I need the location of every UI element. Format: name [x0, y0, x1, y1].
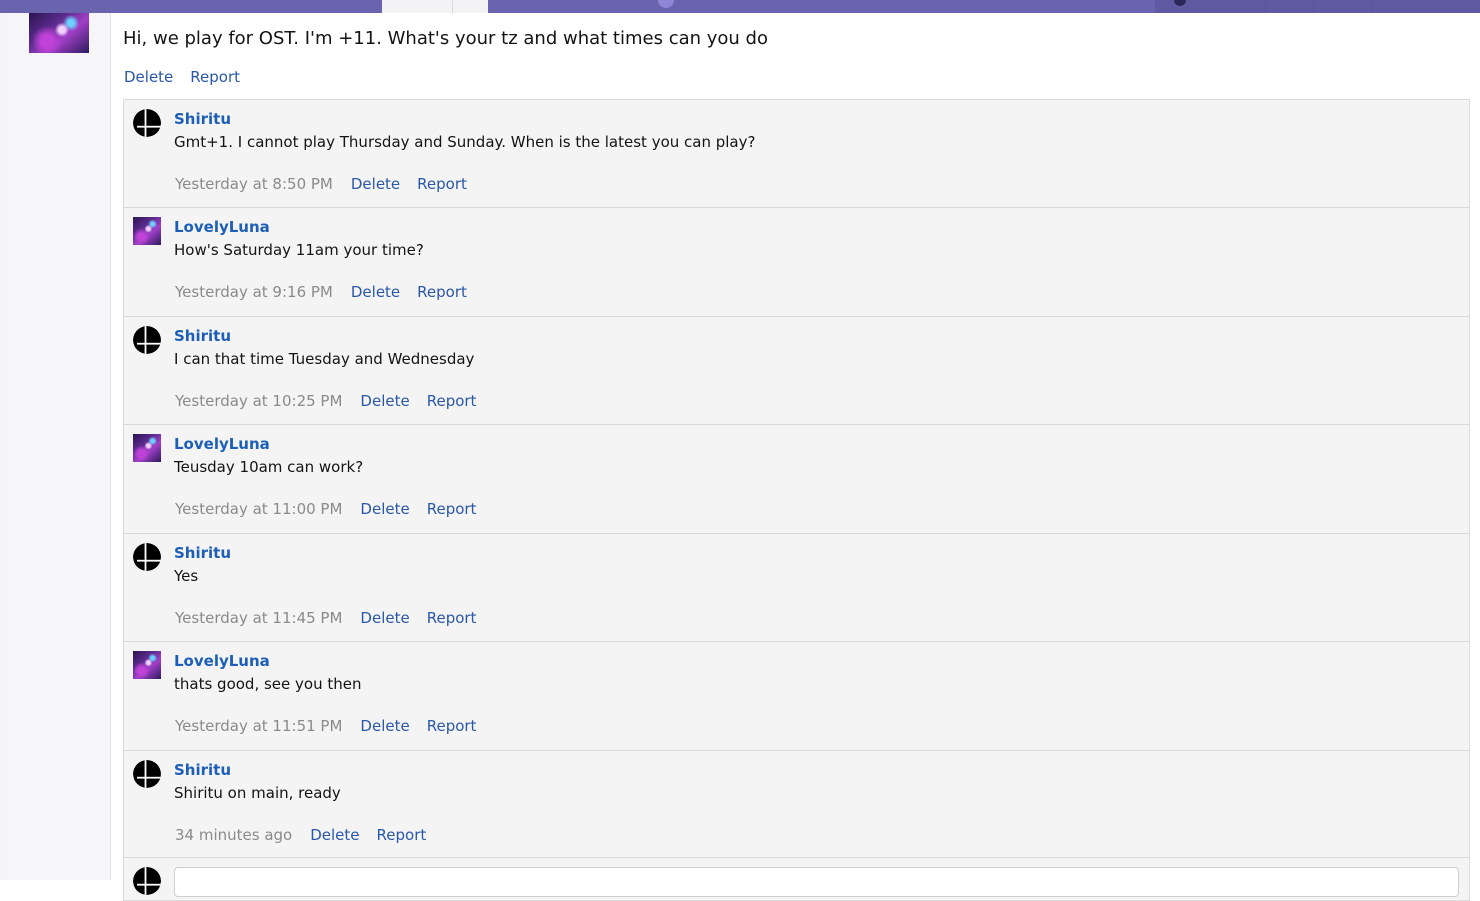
comment-text: thats good, see you then	[174, 675, 362, 693]
comment: Shiritu Gmt+1. I cannot play Thursday an…	[124, 100, 1469, 208]
comment: LovelyLuna thats good, see you then Yest…	[124, 642, 1469, 751]
comment-report-link[interactable]: Report	[427, 609, 477, 627]
comment-timestamp[interactable]: Yesterday at 8:50 PM	[175, 175, 333, 193]
comment-delete-link[interactable]: Delete	[360, 392, 409, 410]
comment-timestamp[interactable]: Yesterday at 11:00 PM	[175, 500, 342, 518]
comment-delete-link[interactable]: Delete	[360, 500, 409, 518]
user-avatar[interactable]	[133, 651, 161, 679]
comment-text: Shiritu on main, ready	[174, 784, 341, 802]
comment-delete-link[interactable]: Delete	[360, 609, 409, 627]
comment-meta: Yesterday at 11:00 PM Delete Report	[175, 500, 493, 518]
comment-username[interactable]: LovelyLuna	[174, 435, 270, 453]
reply-input[interactable]	[174, 867, 1459, 897]
comment-report-link[interactable]: Report	[417, 175, 467, 193]
smash-logo-icon[interactable]	[133, 760, 161, 788]
comment-report-link[interactable]: Report	[377, 826, 427, 844]
comment-text: How's Saturday 11am your time?	[174, 241, 424, 259]
comment-timestamp[interactable]: Yesterday at 11:45 PM	[175, 609, 342, 627]
comment-delete-link[interactable]: Delete	[310, 826, 359, 844]
nav-tab-divider	[452, 0, 453, 13]
comment-username[interactable]: LovelyLuna	[174, 652, 270, 670]
comment-meta: Yesterday at 10:25 PM Delete Report	[175, 392, 493, 410]
nav-indicator-icon[interactable]	[658, 0, 674, 8]
user-avatar[interactable]	[133, 434, 161, 462]
comment: Shiritu Yes Yesterday at 11:45 PM Delete R…	[124, 534, 1469, 642]
comment-timestamp[interactable]: Yesterday at 9:16 PM	[175, 283, 333, 301]
post-author-column	[8, 13, 111, 880]
comment-thread: Shiritu Gmt+1. I cannot play Thursday an…	[123, 99, 1470, 901]
smash-logo-icon[interactable]	[133, 109, 161, 137]
smash-logo-icon[interactable]	[133, 543, 161, 571]
comment-meta: Yesterday at 11:45 PM Delete Report	[175, 609, 493, 627]
comment-username[interactable]: Shiritu	[174, 761, 231, 779]
comment-timestamp[interactable]: Yesterday at 11:51 PM	[175, 717, 342, 735]
nav-separator	[1265, 0, 1266, 13]
comment-text: Teusday 10am can work?	[174, 458, 364, 476]
comment-delete-link[interactable]: Delete	[360, 717, 409, 735]
comment: Shiritu Shiritu on main, ready 34 minute…	[124, 751, 1469, 858]
smash-logo-icon[interactable]	[133, 326, 161, 354]
comment-report-link[interactable]: Report	[427, 717, 477, 735]
comment-text: Gmt+1. I cannot play Thursday and Sunday…	[174, 133, 756, 151]
comment-username[interactable]: LovelyLuna	[174, 218, 270, 236]
nav-separator	[1372, 0, 1373, 13]
comment: Shiritu I can that time Tuesday and Wedn…	[124, 317, 1469, 425]
post-report-link[interactable]: Report	[190, 68, 240, 86]
nav-separator	[1313, 0, 1314, 13]
comment-meta: Yesterday at 9:16 PM Delete Report	[175, 283, 484, 301]
nav-account-area	[1155, 0, 1480, 13]
nav-tab-active[interactable]	[382, 0, 488, 13]
smash-logo-icon	[133, 867, 161, 895]
comment-report-link[interactable]: Report	[427, 500, 477, 518]
comment: LovelyLuna How's Saturday 11am your time…	[124, 208, 1469, 317]
comment-delete-link[interactable]: Delete	[351, 175, 400, 193]
comment-timestamp[interactable]: Yesterday at 10:25 PM	[175, 392, 342, 410]
top-navigation-bar	[0, 0, 1480, 13]
reply-composer	[124, 858, 1469, 900]
comment-username[interactable]: Shiritu	[174, 327, 231, 345]
comment-meta: Yesterday at 8:50 PM Delete Report	[175, 175, 484, 193]
user-avatar[interactable]	[133, 217, 161, 245]
comment-username[interactable]: Shiritu	[174, 110, 231, 128]
comment-delete-link[interactable]: Delete	[351, 283, 400, 301]
post-delete-link[interactable]: Delete	[124, 68, 173, 86]
comment-text: I can that time Tuesday and Wednesday	[174, 350, 475, 368]
post-actions: Delete Report	[124, 68, 257, 86]
post-message: Hi, we play for OST. I'm +11. What's you…	[123, 28, 768, 49]
comment-report-link[interactable]: Report	[417, 283, 467, 301]
comment-meta: Yesterday at 11:51 PM Delete Report	[175, 717, 493, 735]
comment-report-link[interactable]: Report	[427, 392, 477, 410]
comment-text: Yes	[174, 567, 199, 585]
post-author-avatar[interactable]	[29, 13, 89, 53]
comment: LovelyLuna Teusday 10am can work? Yester…	[124, 425, 1469, 534]
comment-timestamp[interactable]: 34 minutes ago	[175, 826, 292, 844]
comment-username[interactable]: Shiritu	[174, 544, 231, 562]
comment-meta: 34 minutes ago Delete Report	[175, 826, 443, 844]
